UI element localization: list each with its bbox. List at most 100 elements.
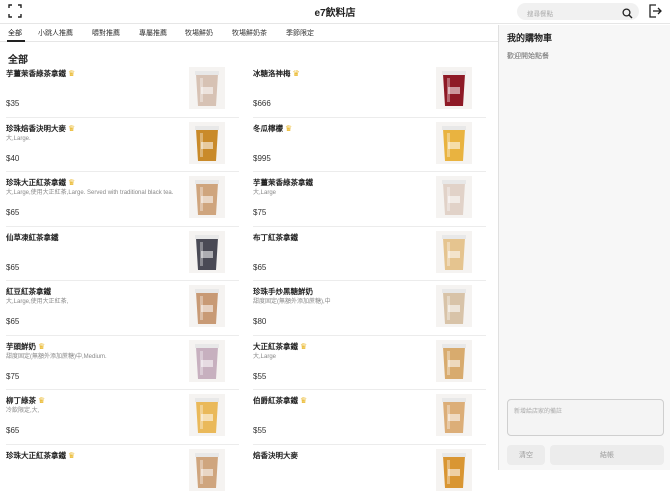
drink-image [436,121,472,164]
tab-seasonal[interactable]: 季節限定 [286,28,314,38]
tab-fresh-milk[interactable]: 牧場鮮奶 [185,28,213,38]
tab-chewy-picks[interactable]: 嚼對推薦 [92,28,120,38]
product-name: 柳丁綠茶 ♛ [6,395,45,406]
product-name-text: 紅豆紅茶拿鐵 [6,287,51,296]
cart-title: 我的購物車 [507,33,553,43]
product-name: 珍珠手炒黑糖鮮奶 [253,286,313,297]
order-note-input[interactable] [507,399,664,436]
crown-icon: ♛ [292,69,300,78]
product-name: 大正紅茶拿鐵 ♛ [253,341,307,352]
row-divider [253,171,486,172]
tab-recommended[interactable]: 小跳人推薦 [38,28,73,38]
product-description: 大,Large,使用大正紅茶, [6,299,69,305]
product-description: 大,Large [253,353,277,360]
product-price: $666 [253,99,271,108]
drink-image [436,176,472,218]
tab-fresh-milk-tea[interactable]: 牧場鮮奶茶 [232,28,267,38]
product-price: $65 [253,262,267,272]
product-card[interactable]: 芋頭鮮奶 ♛ 甜度固定(無額外添加蔗糖)中,Medium. $75 [0,336,235,390]
product-card[interactable]: 珍珠手炒黑糖鮮奶甜度固定(無額外添加蔗糖),中 $80 [247,281,482,335]
row-divider [6,443,239,445]
product-price: $995 [253,153,271,163]
product-price: $65 [6,426,20,435]
row-divider [6,389,239,390]
drink-image [189,339,225,382]
scan-icon[interactable] [8,4,22,18]
product-card[interactable]: 珍珠焙香決明大麥 ♛ 大,Large. $40 [0,118,235,172]
product-name: 珍珠大正紅茶拿鐵 ♛ [6,177,75,188]
product-card[interactable]: 冰糖洛神梅 ♛ $666 [247,63,482,117]
row-divider [253,116,486,118]
row-divider [253,389,486,390]
row-divider [6,116,239,118]
clear-cart-button[interactable]: 清空 [507,445,545,465]
product-name-text: 珍珠大正紅茶拿鐵 [6,178,66,187]
crown-icon: ♛ [68,123,76,133]
product-card[interactable]: 芋薑茉香綠茶拿鐵 大,Large $75 [247,172,482,226]
product-card[interactable]: 紅豆紅茶拿鐵大,Large,使用大正紅茶, $65 [0,281,235,335]
tab-all[interactable]: 全部 [8,28,22,38]
product-price: $65 [6,317,20,326]
crown-icon: ♛ [300,396,308,405]
product-name: 冬瓜檸檬 ♛ [253,123,292,134]
crown-icon: ♛ [68,178,76,187]
product-card[interactable]: 布丁紅茶拿鐵 $65 [247,227,482,281]
row-divider [253,334,486,336]
active-tab-indicator [7,40,25,42]
product-name-text: 芋頭鮮奶 [6,341,36,351]
drink-image [189,285,225,327]
product-card[interactable]: 珍珠大正紅茶拿鐵 ♛ [0,445,235,499]
logout-icon[interactable] [647,3,663,19]
drink-image [436,230,472,273]
product-card[interactable]: 焙香決明大麥 [247,445,482,499]
drink-image [189,230,225,273]
product-card[interactable]: 仙草凍紅茶拿鐵 $65 [0,227,235,281]
product-name-text: 大正紅茶拿鐵 [253,341,298,351]
top-bar: e7飲料店 [0,0,670,24]
product-name-text: 冬瓜檸檬 [253,123,283,133]
product-card[interactable]: 冬瓜檸檬 ♛ $995 [247,118,482,172]
product-name-text: 伯爵紅茶拿鐵 [253,396,298,405]
product-card[interactable]: 芋薑茉香綠茶拿鐵 ♛ $35 [0,63,235,117]
drink-image [436,285,472,327]
search-input[interactable] [517,6,609,23]
product-price: $75 [6,371,20,381]
product-name: 芋薑茉香綠茶拿鐵 [253,177,313,188]
product-price: $35 [6,99,20,108]
product-name: 珍珠焙香決明大麥 ♛ [6,123,75,134]
search-icon[interactable] [622,6,633,24]
product-name-text: 珍珠手炒黑糖鮮奶 [253,287,313,296]
product-price: $65 [6,208,20,217]
drink-image [436,67,472,109]
crown-icon: ♛ [68,450,76,460]
checkout-button[interactable]: 結帳 [550,445,664,465]
row-divider [6,225,239,227]
cart-panel: 我的購物車 歡迎開始點餐 清空 結帳 [499,25,670,470]
category-tabs: 全部 小跳人推薦 嚼對推薦 專屬推薦 牧場鮮奶 牧場鮮奶茶 季節限定 [0,25,500,42]
row-divider [253,443,486,445]
drink-image [189,394,225,436]
product-name-text: 芋薑茉香綠茶拿鐵 [6,69,66,78]
drink-image [436,394,472,436]
drink-image [189,176,225,218]
product-name-text: 仙草凍紅茶拿鐵 [6,232,59,242]
product-card[interactable]: 伯爵紅茶拿鐵 ♛ $55 [247,390,482,444]
product-description: 大,Large. [6,135,31,142]
row-divider [253,280,486,281]
product-price: $80 [253,317,267,326]
product-price: $55 [253,371,267,381]
product-name-text: 珍珠大正紅茶拿鐵 [6,450,66,460]
product-price: $40 [6,153,20,163]
tab-exclusive[interactable]: 專屬推薦 [139,28,167,38]
product-description: 甜度固定(無額外添加蔗糖)中,Medium. [6,353,107,360]
crown-icon: ♛ [38,341,46,351]
search-box [517,3,639,23]
product-name-text: 芋薑茉香綠茶拿鐵 [253,178,313,187]
crown-icon: ♛ [38,396,46,405]
product-card[interactable]: 珍珠大正紅茶拿鐵 ♛ 大,Large,使用大正紅茶,Large. Served wi… [0,172,235,226]
product-price: $75 [253,208,267,217]
product-description: 甜度固定(無額外添加蔗糖),中 [253,299,331,305]
product-card[interactable]: 大正紅茶拿鐵 ♛ 大,Large $55 [247,336,482,390]
product-card[interactable]: 柳丁綠茶 ♛ 冷飲限定,大, $65 [0,390,235,444]
product-name: 冰糖洛神梅 ♛ [253,68,300,79]
